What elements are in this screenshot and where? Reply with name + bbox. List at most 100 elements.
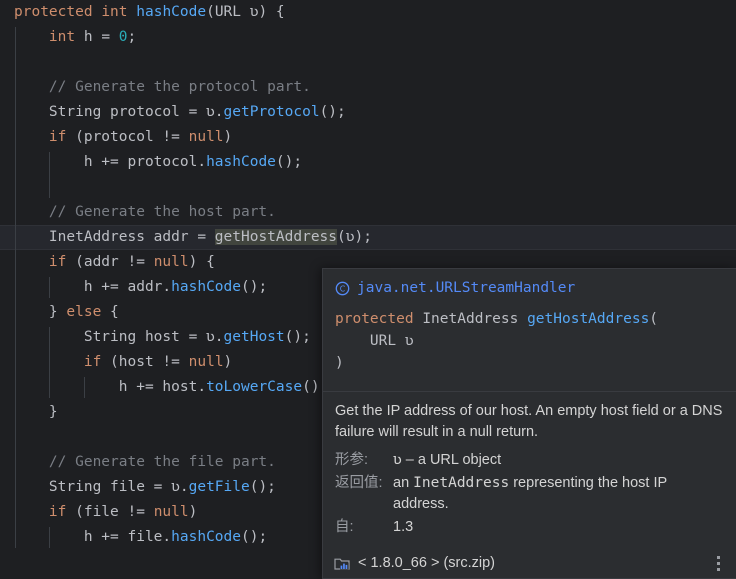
code-token: null xyxy=(188,129,224,145)
code-line[interactable]: String protocol = ʋ.getProtocol(); xyxy=(0,100,736,125)
code-token: h = xyxy=(75,29,119,45)
code-token: String host = ʋ. xyxy=(83,329,224,345)
code-token: null xyxy=(188,354,224,370)
doc-popup-header: C java.net.URLStreamHandler protected In… xyxy=(323,269,736,384)
ide-editor-window: protected int hashCode(URL ʋ) { int h = … xyxy=(0,0,736,579)
doc-class-row[interactable]: C java.net.URLStreamHandler xyxy=(335,277,724,299)
code-token: ) xyxy=(223,129,233,145)
class-icon: C xyxy=(335,281,350,296)
code-line[interactable]: int h = 0; xyxy=(0,25,736,50)
indent-guide xyxy=(49,152,51,198)
sig-open-paren: ( xyxy=(649,311,659,327)
code-token: if xyxy=(48,504,67,520)
code-token: InetAddress addr = xyxy=(48,229,215,245)
code-token: hashCode xyxy=(206,154,276,170)
code-line-current[interactable]: InetAddress addr = getHostAddress(ʋ); xyxy=(0,225,736,250)
code-token: getFile xyxy=(188,479,250,495)
documentation-popup[interactable]: C java.net.URLStreamHandler protected In… xyxy=(322,268,736,579)
doc-description: Get the IP address of our host. An empty… xyxy=(335,403,723,440)
code-line[interactable]: h += protocol.hashCode(); xyxy=(0,150,736,175)
sig-close-paren: ) xyxy=(335,355,344,371)
library-folder-icon xyxy=(334,556,351,571)
code-token: (ʋ); xyxy=(337,229,372,245)
doc-tag-value-params: ʋ – a URL object xyxy=(393,450,724,471)
return-prefix: an xyxy=(393,475,414,491)
kebab-menu-icon[interactable] xyxy=(710,554,726,572)
code-line[interactable]: if (protocol != null) xyxy=(0,125,736,150)
param-name: ʋ xyxy=(393,452,402,468)
doc-method-signature: protected InetAddress getHostAddress( UR… xyxy=(335,308,724,374)
code-token: hashCode xyxy=(171,529,241,545)
code-line[interactable] xyxy=(0,50,736,75)
indent-guide xyxy=(49,277,51,298)
code-token: (URL ʋ) { xyxy=(206,4,285,20)
code-token: h += protocol. xyxy=(83,154,207,170)
doc-tag-returns: 返回值: an InetAddress representing the hos… xyxy=(335,473,724,515)
code-token: int xyxy=(48,29,76,45)
doc-tag-value-returns: an InetAddress representing the host IP … xyxy=(393,473,724,515)
sig-parameter: URL ʋ xyxy=(369,333,414,349)
doc-tag-since: 自: 1.3 xyxy=(335,517,724,538)
indent-guide xyxy=(84,377,86,398)
code-token: (); xyxy=(241,529,268,545)
doc-tag-label-returns: 返回值: xyxy=(335,475,383,491)
code-token: String file = ʋ. xyxy=(48,479,189,495)
code-token: (addr != xyxy=(66,254,154,270)
code-line[interactable]: // Generate the host part. xyxy=(0,200,736,225)
code-token: } xyxy=(48,404,58,420)
code-token: String protocol = ʋ. xyxy=(48,104,224,120)
svg-text:C: C xyxy=(340,284,346,293)
code-token: if xyxy=(83,354,102,370)
code-token: { xyxy=(101,304,119,320)
highlighted-token: getHostAddress xyxy=(214,229,338,245)
code-token: (); xyxy=(284,329,311,345)
code-token: ) xyxy=(223,354,233,370)
doc-tag-value-since: 1.3 xyxy=(393,519,414,535)
return-type: InetAddress xyxy=(413,475,510,491)
code-token: h += host. xyxy=(118,379,207,395)
indent-guide xyxy=(14,27,16,548)
code-token: (protocol != xyxy=(66,129,189,145)
code-line[interactable]: // Generate the protocol part. xyxy=(0,75,736,100)
code-token: h += addr. xyxy=(83,279,172,295)
doc-source-row[interactable]: < 1.8.0_66 > (src.zip) xyxy=(334,555,710,571)
doc-tag-label-since: 自: xyxy=(335,519,354,535)
doc-source-label: < 1.8.0_66 > (src.zip) xyxy=(358,555,496,571)
code-line[interactable]: protected int hashCode(URL ʋ) { xyxy=(0,0,736,25)
code-token: 0 xyxy=(118,29,128,45)
code-token: null xyxy=(153,254,189,270)
code-token: ) xyxy=(188,504,198,520)
code-token: (); xyxy=(241,279,268,295)
code-token: toLowerCase xyxy=(206,379,303,395)
code-token: if xyxy=(48,129,67,145)
indent-guide xyxy=(49,527,51,548)
code-token: protected xyxy=(14,4,93,20)
doc-tag-label-params: 形参: xyxy=(335,452,369,468)
code-line[interactable] xyxy=(0,175,736,200)
code-token: ; xyxy=(127,29,137,45)
doc-popup-footer: < 1.8.0_66 > (src.zip) xyxy=(323,548,736,578)
sig-return-type: InetAddress xyxy=(422,311,519,327)
param-desc: – a URL object xyxy=(401,452,502,468)
code-token: int xyxy=(101,4,128,20)
code-token: else xyxy=(66,304,102,320)
code-token: // Generate the protocol part. xyxy=(48,79,311,95)
code-token: (); xyxy=(275,154,303,170)
code-token: (); xyxy=(319,104,346,120)
code-token: hashCode xyxy=(136,4,207,20)
